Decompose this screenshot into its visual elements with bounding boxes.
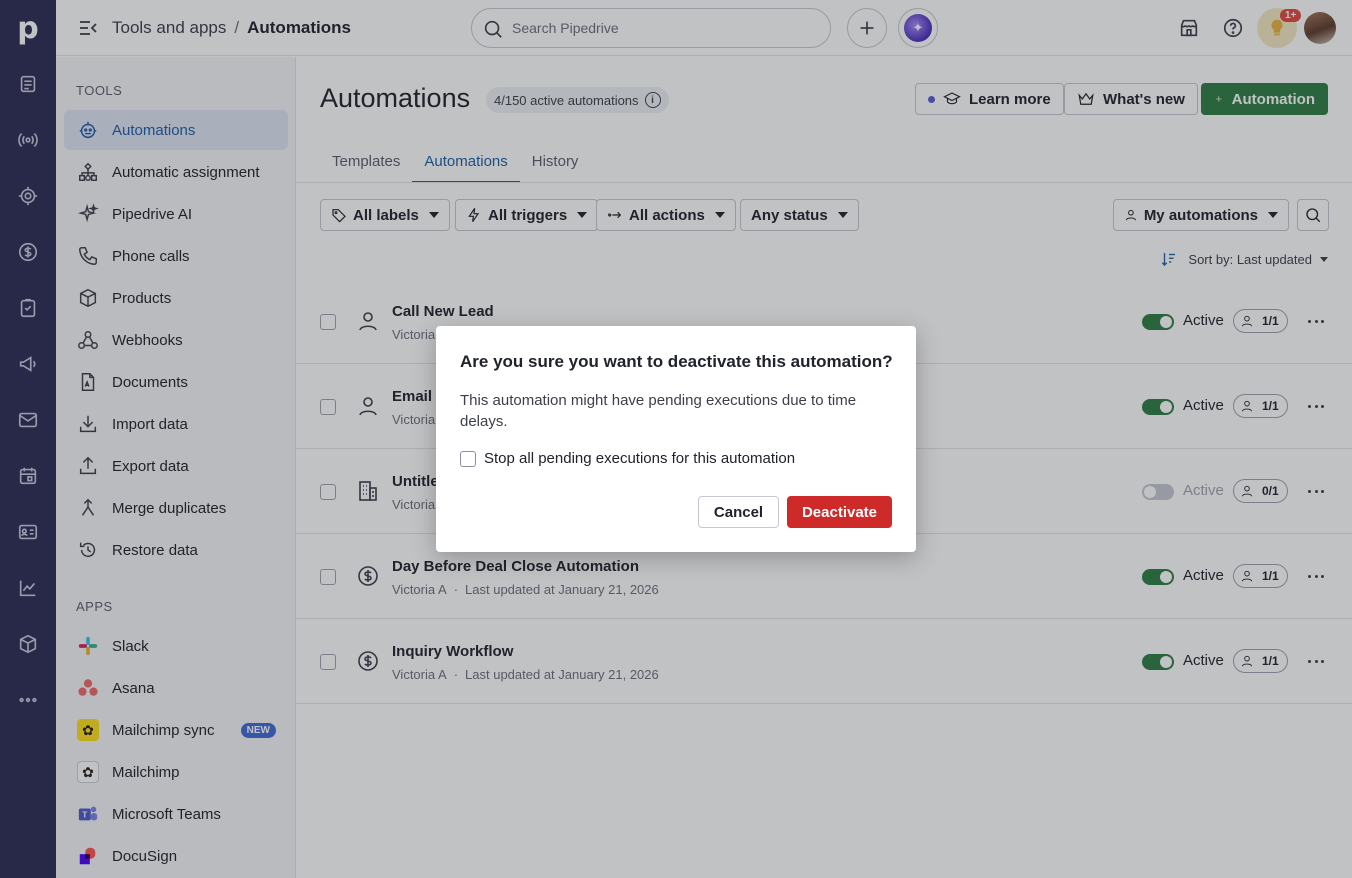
dialog-title: Are you sure you want to deactivate this… <box>460 352 893 371</box>
deactivate-confirm-dialog: Are you sure you want to deactivate this… <box>436 326 916 552</box>
deactivate-button[interactable]: Deactivate <box>787 496 892 528</box>
stop-pending-label[interactable]: Stop all pending executions for this aut… <box>484 450 795 467</box>
cancel-button[interactable]: Cancel <box>698 496 779 528</box>
dialog-body: This automation might have pending execu… <box>460 392 857 430</box>
stop-pending-checkbox[interactable] <box>460 451 476 467</box>
